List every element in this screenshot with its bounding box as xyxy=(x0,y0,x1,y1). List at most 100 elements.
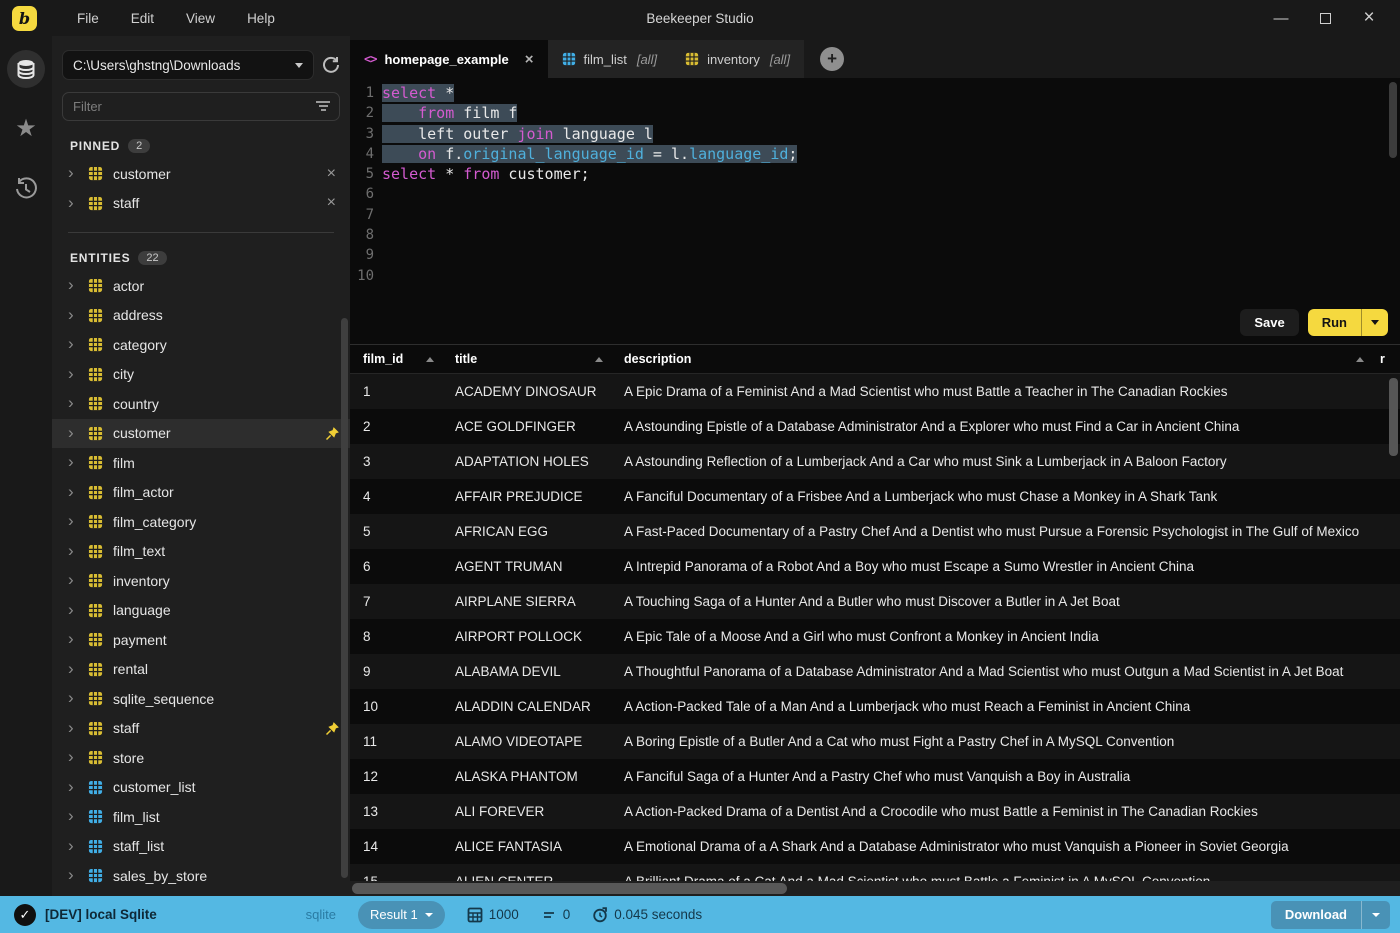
column-header-title[interactable]: title xyxy=(442,352,611,366)
entity-item-inventory[interactable]: › inventory xyxy=(52,566,350,596)
entity-item-staff[interactable]: › staff xyxy=(52,714,350,744)
results-horizontal-scrollbar[interactable] xyxy=(350,881,1400,896)
tab-inventory[interactable]: inventory [all] xyxy=(671,40,805,78)
results-vertical-scrollbar[interactable] xyxy=(1389,378,1398,456)
run-dropdown-button[interactable] xyxy=(1362,309,1388,336)
table-row[interactable]: 5 AFRICAN EGG A Fast-Paced Documentary of … xyxy=(350,514,1400,549)
chevron-right-icon[interactable]: › xyxy=(68,719,82,736)
chevron-right-icon[interactable]: › xyxy=(68,571,82,588)
column-header-r[interactable]: r xyxy=(1372,352,1400,366)
table-row[interactable]: 10 ALADDIN CALENDAR A Action-Packed Tale o… xyxy=(350,689,1400,724)
result-selector-button[interactable]: Result 1 xyxy=(358,900,445,929)
entity-item-film_list[interactable]: › film_list xyxy=(52,802,350,832)
table-row[interactable]: 8 AIRPORT POLLOCK A Epic Tale of a Moose A… xyxy=(350,619,1400,654)
refresh-icon[interactable] xyxy=(322,56,340,74)
entity-item-film_category[interactable]: › film_category xyxy=(52,507,350,537)
table-row[interactable]: 11 ALAMO VIDEOTAPE A Boring Epistle of a B… xyxy=(350,724,1400,759)
sort-asc-icon[interactable] xyxy=(1356,356,1364,362)
tab-film_list[interactable]: film_list [all] xyxy=(547,40,672,78)
filter-input[interactable] xyxy=(62,92,340,121)
entity-item-rental[interactable]: › rental xyxy=(52,655,350,685)
chevron-right-icon[interactable]: › xyxy=(68,306,82,323)
chevron-right-icon[interactable]: › xyxy=(68,837,82,854)
chevron-right-icon[interactable]: › xyxy=(68,778,82,795)
table-row[interactable]: 1 ACADEMY DINOSAUR A Epic Drama of a Femin… xyxy=(350,374,1400,409)
menu-file[interactable]: File xyxy=(65,7,111,30)
table-row[interactable]: 2 ACE GOLDFINGER A Astounding Epistle of a… xyxy=(350,409,1400,444)
menu-help[interactable]: Help xyxy=(235,7,287,30)
chevron-right-icon[interactable]: › xyxy=(68,453,82,470)
chevron-right-icon[interactable]: › xyxy=(68,194,82,211)
entity-item-sales_by_store[interactable]: › sales_by_store xyxy=(52,861,350,891)
chevron-right-icon[interactable]: › xyxy=(68,542,82,559)
download-button[interactable]: Download xyxy=(1270,900,1390,929)
menu-view[interactable]: View xyxy=(174,7,227,30)
table-row[interactable]: 13 ALI FOREVER A Action-Packed Drama of a … xyxy=(350,794,1400,829)
table-row[interactable]: 9 ALABAMA DEVIL A Thoughtful Panorama of a… xyxy=(350,654,1400,689)
download-dropdown-button[interactable] xyxy=(1362,901,1390,929)
pinned-item-customer[interactable]: › customer × xyxy=(52,159,350,189)
entity-item-sqlite_sequence[interactable]: › sqlite_sequence xyxy=(52,684,350,714)
chevron-right-icon[interactable]: › xyxy=(68,748,82,765)
entity-item-customer_list[interactable]: › customer_list xyxy=(52,773,350,803)
pinned-item-staff[interactable]: › staff × xyxy=(52,189,350,219)
entity-item-country[interactable]: › country xyxy=(52,389,350,419)
unpin-close-icon[interactable]: × xyxy=(323,194,340,212)
maximize-button[interactable] xyxy=(1310,5,1340,31)
chevron-right-icon[interactable]: › xyxy=(68,424,82,441)
tables-rail-button[interactable] xyxy=(7,50,45,88)
tab-homepage_example[interactable]: <> homepage_example × xyxy=(350,40,548,78)
table-row[interactable]: 4 AFFAIR PREJUDICE A Fanciful Documentary … xyxy=(350,479,1400,514)
sidebar-scrollbar[interactable] xyxy=(341,318,348,878)
entity-item-city[interactable]: › city xyxy=(52,360,350,390)
close-button[interactable]: × xyxy=(1354,5,1384,31)
database-selector[interactable]: C:\Users\ghstng\Downloads xyxy=(62,50,314,80)
table-row[interactable]: 3 ADAPTATION HOLES A Astounding Reflection… xyxy=(350,444,1400,479)
chevron-right-icon[interactable]: › xyxy=(68,512,82,529)
table-row[interactable]: 15ALIEN CENTERA Brilliant Drama of a Cat… xyxy=(350,864,1400,881)
entity-item-film_actor[interactable]: › film_actor xyxy=(52,478,350,508)
chevron-right-icon[interactable]: › xyxy=(68,335,82,352)
entity-item-customer[interactable]: › customer xyxy=(52,418,350,448)
chevron-right-icon[interactable]: › xyxy=(68,483,82,500)
chevron-right-icon[interactable]: › xyxy=(68,394,82,411)
chevron-right-icon[interactable]: › xyxy=(68,630,82,647)
table-row[interactable]: 14 ALICE FANTASIA A Emotional Drama of a A… xyxy=(350,829,1400,864)
scrollbar-thumb[interactable] xyxy=(352,883,787,894)
entity-item-address[interactable]: › address xyxy=(52,301,350,331)
sql-editor[interactable]: 1 select * 2 from film f3 left outer join … xyxy=(350,78,1400,300)
save-button[interactable]: Save xyxy=(1240,308,1299,336)
run-button[interactable]: Run xyxy=(1307,308,1388,336)
chevron-right-icon[interactable]: › xyxy=(68,689,82,706)
chevron-right-icon[interactable]: › xyxy=(68,601,82,618)
editor-scrollbar[interactable] xyxy=(1389,82,1397,158)
entity-item-payment[interactable]: › payment xyxy=(52,625,350,655)
unpin-close-icon[interactable]: × xyxy=(323,165,340,183)
entity-item-film_text[interactable]: › film_text xyxy=(52,537,350,567)
table-row[interactable]: 12 ALASKA PHANTOM A Fanciful Saga of a Hun… xyxy=(350,759,1400,794)
history-rail-button[interactable] xyxy=(7,170,45,208)
table-row[interactable]: 6 AGENT TRUMAN A Intrepid Panorama of a Ro… xyxy=(350,549,1400,584)
entity-item-film[interactable]: › film xyxy=(52,448,350,478)
chevron-right-icon[interactable]: › xyxy=(68,365,82,382)
chevron-right-icon[interactable]: › xyxy=(68,660,82,677)
chevron-right-icon[interactable]: › xyxy=(68,164,82,181)
entity-item-staff_list[interactable]: › staff_list xyxy=(52,832,350,862)
chevron-right-icon[interactable]: › xyxy=(68,866,82,883)
favorites-rail-button[interactable]: ★ xyxy=(7,110,45,148)
minimize-button[interactable]: — xyxy=(1266,5,1296,31)
menu-edit[interactable]: Edit xyxy=(119,7,166,30)
entity-item-language[interactable]: › language xyxy=(52,596,350,626)
tab-close-icon[interactable]: × xyxy=(525,51,534,68)
new-tab-button[interactable]: + xyxy=(820,47,845,71)
column-header-description[interactable]: description xyxy=(611,352,1372,366)
sort-asc-icon[interactable] xyxy=(595,356,603,362)
table-row[interactable]: 7 AIRPLANE SIERRA A Touching Saga of a Hun… xyxy=(350,584,1400,619)
entity-item-actor[interactable]: › actor xyxy=(52,271,350,301)
entity-item-category[interactable]: › category xyxy=(52,330,350,360)
column-header-film_id[interactable]: film_id xyxy=(350,352,442,366)
chevron-right-icon[interactable]: › xyxy=(68,807,82,824)
sort-asc-icon[interactable] xyxy=(426,356,434,362)
entity-item-store[interactable]: › store xyxy=(52,743,350,773)
chevron-right-icon[interactable]: › xyxy=(68,276,82,293)
